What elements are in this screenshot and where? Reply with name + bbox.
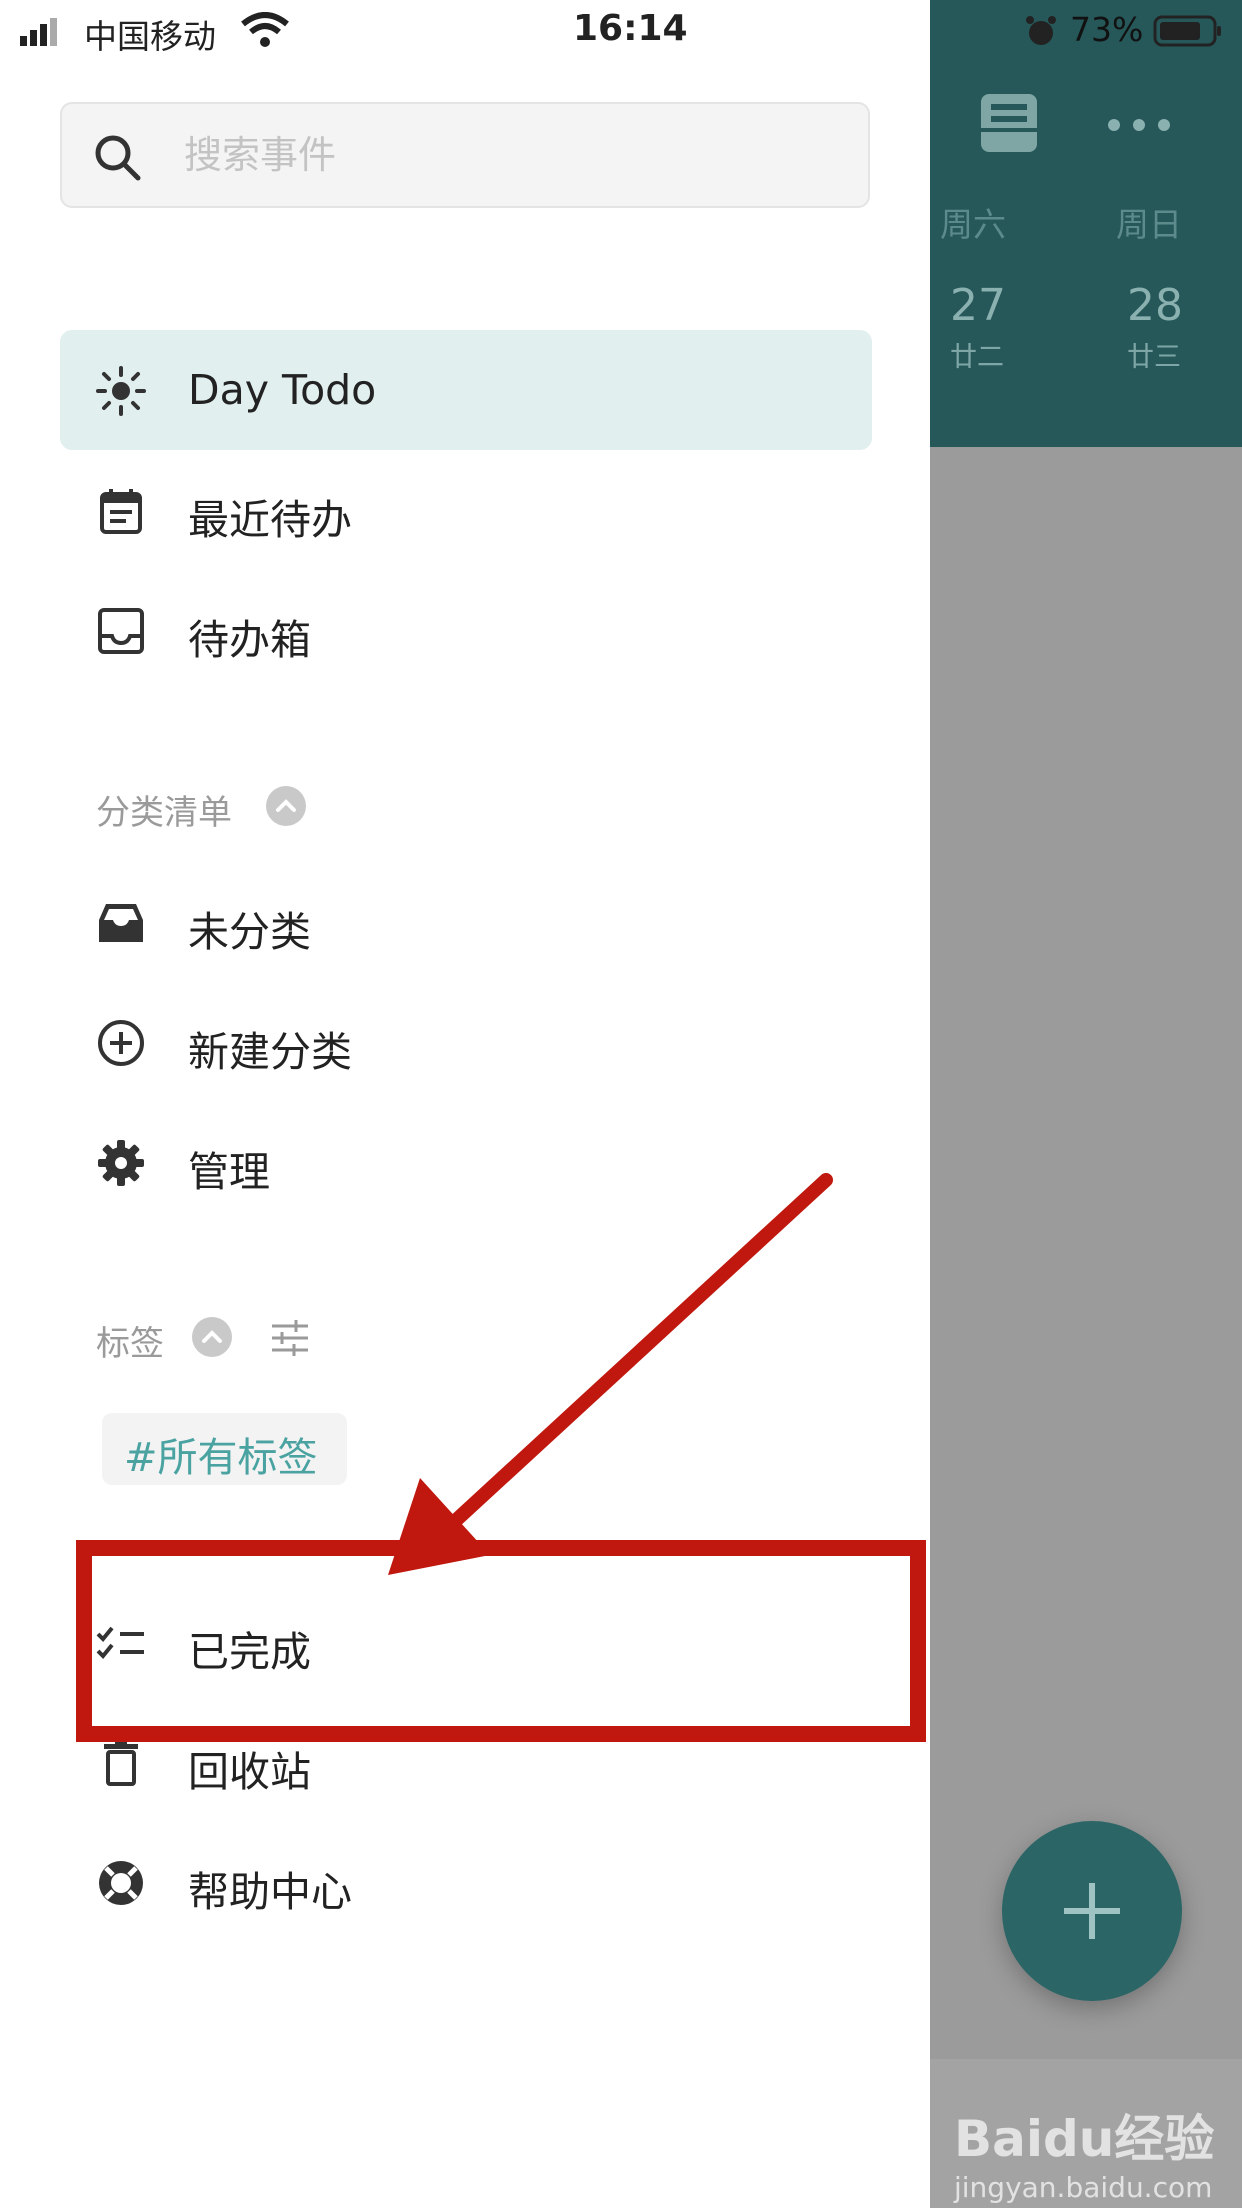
day-name: 周六 bbox=[940, 205, 1006, 244]
battery-percent: 73% bbox=[1070, 10, 1144, 49]
nav-label: Day Todo bbox=[188, 366, 377, 414]
calendar-header: 周六 周日 27 28 廿二 廿三 bbox=[930, 0, 1242, 447]
day-number[interactable]: 27 bbox=[950, 280, 1006, 331]
tag-chip-all[interactable]: #所有标签 bbox=[102, 1413, 347, 1485]
nav-item-help[interactable]: 帮助中心 bbox=[60, 1822, 872, 1942]
archive-tray-icon bbox=[99, 904, 143, 942]
battery-icon bbox=[1153, 15, 1221, 47]
annotation-highlight-box bbox=[76, 1540, 926, 1742]
plus-circle-icon bbox=[98, 1020, 144, 1066]
nav-label: 回收站 bbox=[188, 1748, 311, 1796]
lunar-date: 廿二 bbox=[950, 342, 1004, 373]
trash-icon bbox=[104, 1740, 138, 1786]
nav-item-day-todo[interactable]: Day Todo bbox=[60, 330, 872, 450]
watermark-logo: Baidu经验 bbox=[954, 2110, 1215, 2168]
gear-icon bbox=[98, 1140, 144, 1186]
sun-icon bbox=[96, 366, 146, 416]
tags-header: 标签 bbox=[96, 1324, 164, 1364]
nav-label: 最近待办 bbox=[188, 496, 352, 544]
search-input[interactable] bbox=[182, 124, 846, 186]
day-number[interactable]: 28 bbox=[1127, 280, 1183, 331]
main-screen-overlay[interactable]: 周六 周日 27 28 廿二 廿三 Baidu经验 jingyan.baidu.… bbox=[930, 0, 1242, 2208]
nav-item-new-category[interactable]: 新建分类 bbox=[60, 982, 872, 1102]
day-name: 周日 bbox=[1116, 205, 1182, 244]
chevron-up-icon[interactable] bbox=[266, 786, 306, 826]
wifi-icon bbox=[241, 12, 289, 47]
nav-item-inbox[interactable]: 待办箱 bbox=[60, 570, 872, 690]
clock: 16:14 bbox=[573, 8, 688, 49]
inbox-tray-icon bbox=[98, 608, 144, 654]
sliders-icon[interactable] bbox=[270, 1318, 310, 1358]
nav-label: 帮助中心 bbox=[188, 1868, 352, 1916]
nav-label: 未分类 bbox=[188, 908, 311, 956]
signal-icon bbox=[20, 18, 57, 46]
categories-header: 分类清单 bbox=[96, 793, 232, 833]
search-box[interactable] bbox=[60, 102, 870, 208]
lunar-date: 廿三 bbox=[1127, 342, 1181, 373]
lifebuoy-icon bbox=[99, 1861, 143, 1905]
chevron-up-icon[interactable] bbox=[192, 1317, 232, 1357]
watermark-url: jingyan.baidu.com bbox=[954, 2171, 1213, 2204]
watermark: Baidu经验 jingyan.baidu.com bbox=[930, 2059, 1242, 2208]
side-drawer: Day Todo 最近待办 待办箱 分类清单 未分类 bbox=[0, 0, 930, 2208]
search-icon bbox=[95, 135, 141, 181]
tag-chip-label: #所有标签 bbox=[124, 1435, 318, 1481]
nav-item-manage[interactable]: 管理 bbox=[60, 1102, 872, 1222]
nav-label: 待办箱 bbox=[188, 616, 311, 664]
calendar-icon bbox=[100, 489, 142, 534]
drawer-icon[interactable] bbox=[977, 90, 1041, 156]
status-bar: 中国移动 16:14 73% bbox=[0, 0, 1242, 62]
nav-item-recent[interactable]: 最近待办 bbox=[60, 450, 872, 570]
alarm-icon bbox=[1026, 16, 1056, 45]
nav-label: 管理 bbox=[188, 1148, 270, 1196]
carrier-name: 中国移动 bbox=[84, 17, 216, 56]
add-button[interactable] bbox=[1002, 1821, 1182, 2001]
more-icon[interactable] bbox=[1104, 110, 1174, 140]
nav-item-uncategorized[interactable]: 未分类 bbox=[60, 862, 872, 982]
nav-label: 新建分类 bbox=[188, 1028, 352, 1076]
